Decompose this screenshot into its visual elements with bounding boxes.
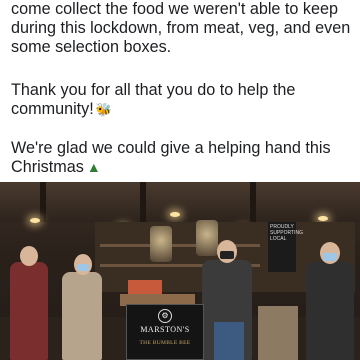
post-paragraph-2: Thank you for all that you do to help th… — [11, 81, 356, 119]
christmas-tree-emoji-icon: ▲ — [86, 159, 101, 175]
photo-lamp — [196, 220, 218, 256]
photo-face-mask — [323, 253, 337, 261]
post-text-line: during this lockdown, from meat, veg, an… — [11, 19, 351, 37]
marstons-sign: ⚙ MARSTON'S THE BUMBLE BEE — [126, 304, 204, 360]
post-paragraph-3: We're glad we could give a helping hand … — [11, 139, 356, 177]
post-text-fragment: community! — [11, 100, 94, 118]
photo-light — [170, 212, 180, 217]
photo-person — [306, 262, 354, 360]
photo-face-mask — [220, 251, 234, 259]
photo-light — [30, 218, 40, 223]
marstons-sign-subtitle: THE BUMBLE BEE — [139, 340, 191, 346]
post-text-line-top: come collect the food we weren't able to… — [11, 0, 356, 19]
photo-person-head — [20, 246, 38, 266]
photo-person — [62, 272, 102, 360]
bee-emoji-icon: 🐝 — [95, 102, 112, 117]
photo-face-mask — [77, 264, 89, 271]
photo-beam — [250, 182, 256, 222]
post-text-fragment: Christmas — [11, 158, 84, 176]
photo-beam — [40, 182, 46, 222]
post-text-line: Christmas ▲ — [11, 158, 356, 177]
post-photo[interactable]: PROUDLY SUPPORTING LOCAL ⚙ MARSTON'S THE… — [0, 182, 360, 360]
post-text-line: come collect the food we weren't able to… — [11, 0, 339, 18]
photo-lamp — [150, 226, 172, 262]
post-paragraph-1: during this lockdown, from meat, veg, an… — [11, 19, 356, 57]
post-text-line: Thank you for all that you do to help th… — [11, 81, 296, 99]
photo-beam — [140, 182, 146, 222]
photo-chalk-board: PROUDLY SUPPORTING LOCAL — [268, 222, 303, 272]
post-text-line: community! 🐝 — [11, 100, 356, 119]
marstons-sign-name: MARSTON'S — [140, 325, 190, 334]
marstons-logo-icon: ⚙ — [158, 309, 172, 323]
photo-person-jeans — [214, 322, 244, 360]
photo-light — [318, 216, 328, 221]
photo-person — [10, 262, 48, 360]
post-text-line: We're glad we could give a helping hand … — [11, 139, 331, 157]
photo-ceiling — [0, 182, 360, 222]
photo-counter — [258, 306, 298, 360]
post-text-line: some selection boxes. — [11, 38, 172, 56]
